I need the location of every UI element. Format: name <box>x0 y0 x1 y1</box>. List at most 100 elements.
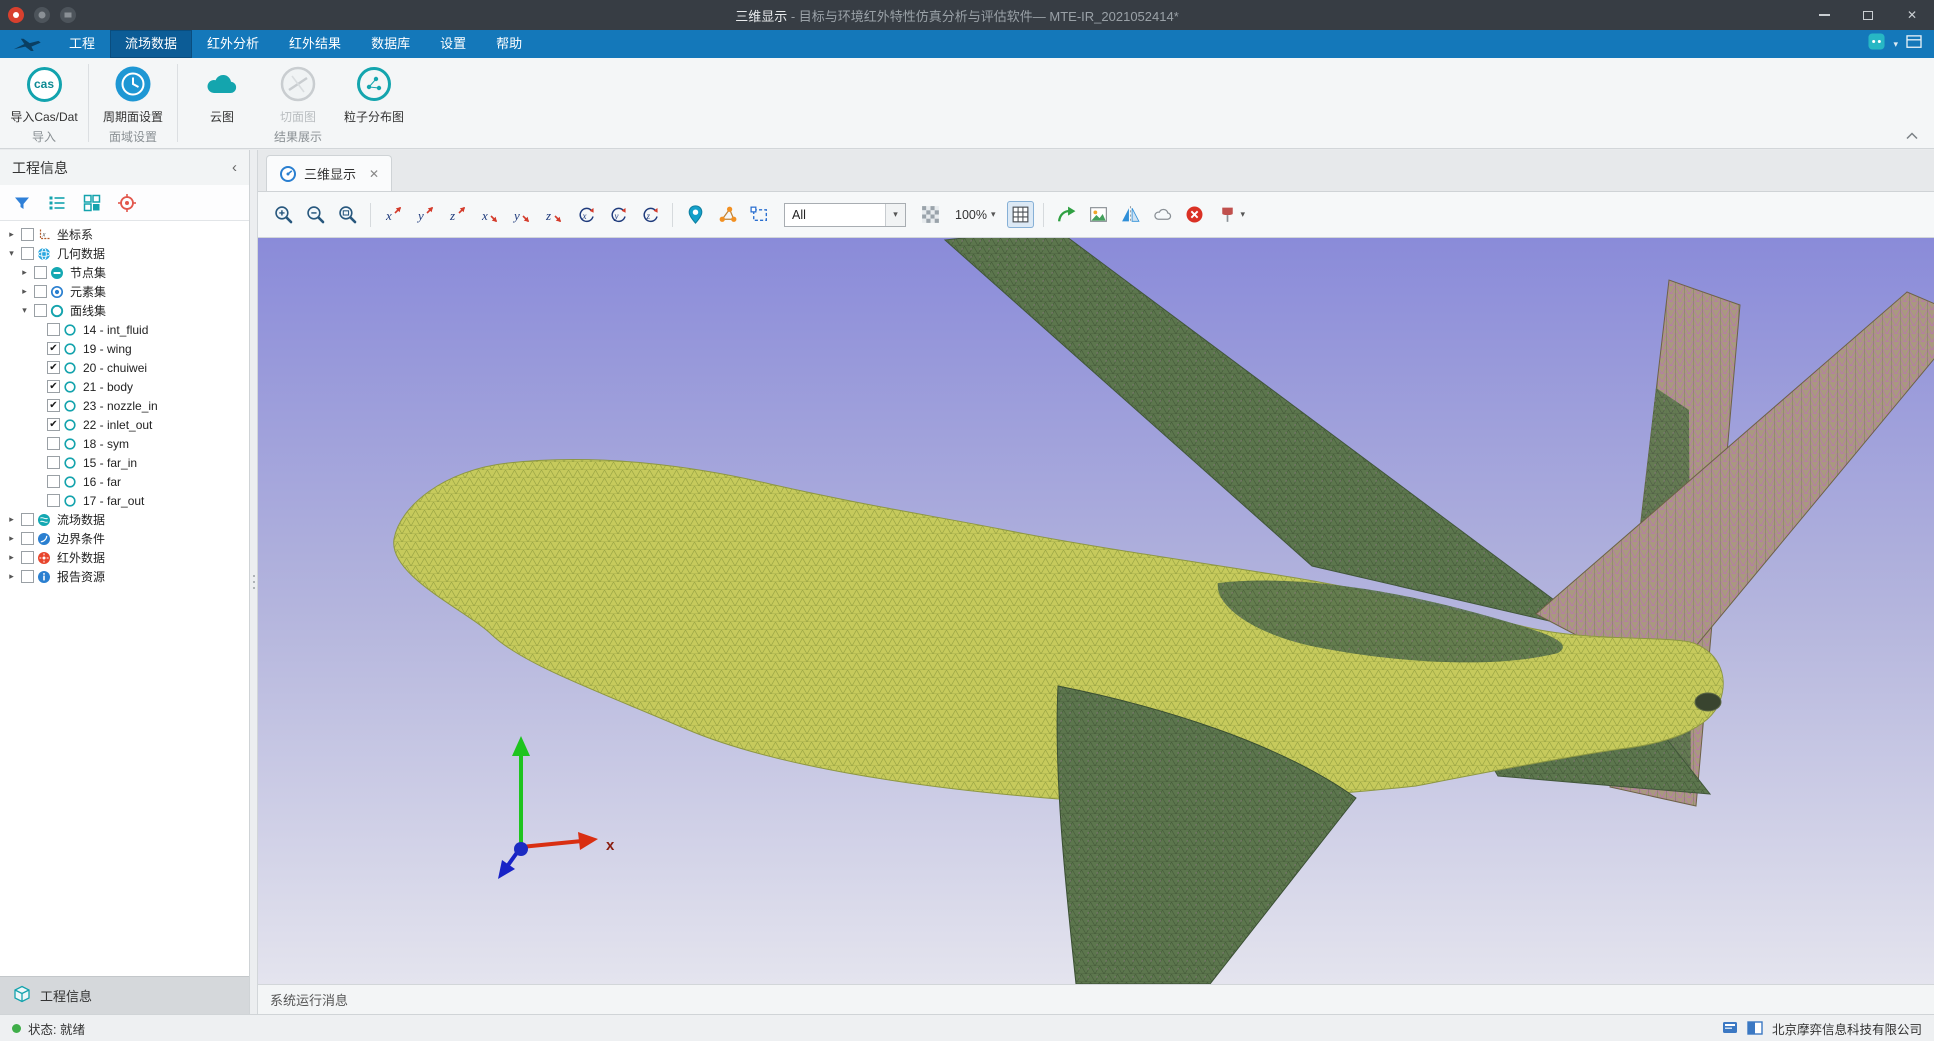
tree-item[interactable]: ▸红外数据 <box>0 548 249 567</box>
probe-point-icon[interactable] <box>682 201 709 228</box>
tree-checkbox[interactable]: ✔ <box>47 380 60 393</box>
tree-checkbox[interactable] <box>47 494 60 507</box>
tree-list-icon[interactable] <box>47 193 67 213</box>
panel-tab-project-info[interactable]: 工程信息 <box>0 976 249 1014</box>
panel-layout-icon[interactable] <box>1722 1021 1738 1036</box>
tree-checkbox[interactable] <box>21 570 34 583</box>
filter-funnel-icon[interactable] <box>12 193 32 213</box>
tree-checkbox[interactable] <box>47 475 60 488</box>
tab-close-icon[interactable]: ✕ <box>369 167 379 181</box>
tree-item[interactable]: ▸边界条件 <box>0 529 249 548</box>
tree-item[interactable]: ✔19 - wing <box>0 339 249 358</box>
tree-checkbox[interactable] <box>34 266 47 279</box>
locate-target-icon[interactable] <box>117 193 137 213</box>
clear-display-icon[interactable] <box>1181 201 1208 228</box>
zoom-level-combo[interactable]: 100%▾ <box>949 208 1002 222</box>
menu-item-5[interactable]: 数据库 <box>356 30 425 58</box>
tree-checkbox[interactable] <box>47 456 60 469</box>
message-bar[interactable]: 系统运行消息 <box>258 984 1934 1014</box>
ribbon-collapse-icon[interactable] <box>1906 132 1918 140</box>
tree-checkbox[interactable] <box>47 437 60 450</box>
theme-caret-icon[interactable]: ▾ <box>1893 39 1898 50</box>
tree-item[interactable]: 18 - sym <box>0 434 249 453</box>
maximize-button[interactable] <box>1846 0 1890 30</box>
transparency-pattern-icon[interactable] <box>917 201 944 228</box>
expander-closed-icon[interactable]: ▸ <box>5 552 18 563</box>
particle-distribution-button[interactable]: 粒子分布图 <box>338 65 410 125</box>
zoom-out-icon[interactable] <box>302 201 329 228</box>
menu-item-2[interactable]: 流场数据 <box>110 30 192 58</box>
view-x-plus-icon[interactable]: x <box>380 201 407 228</box>
tree-checkbox[interactable] <box>47 323 60 336</box>
display-filter-select[interactable]: All▾ <box>784 203 906 227</box>
tree-checkbox[interactable] <box>21 247 34 260</box>
tree-item[interactable]: ▾面线集 <box>0 301 249 320</box>
expander-closed-icon[interactable]: ▸ <box>18 286 31 297</box>
view-y-minus-icon[interactable]: y <box>508 201 535 228</box>
panel-collapse-icon[interactable]: ‹ <box>232 159 237 176</box>
dropdown-arrow-icon[interactable]: ▾ <box>885 204 905 226</box>
expander-closed-icon[interactable]: ▸ <box>5 533 18 544</box>
view-x-minus-icon[interactable]: x <box>476 201 503 228</box>
menu-item-7[interactable]: 帮助 <box>481 30 537 58</box>
tree-checkbox[interactable] <box>21 532 34 545</box>
tree-item[interactable]: ▾几何数据 <box>0 244 249 263</box>
tree-checkbox[interactable]: ✔ <box>47 361 60 374</box>
titlebar-tool-icon-2[interactable] <box>60 7 76 23</box>
tree-item[interactable]: ▸元素集 <box>0 282 249 301</box>
theme-icon[interactable] <box>1868 33 1885 55</box>
particle-nodes-icon[interactable] <box>714 201 741 228</box>
app-badge-red-icon[interactable] <box>8 7 24 23</box>
expander-closed-icon[interactable]: ▸ <box>5 229 18 240</box>
tree-item[interactable]: ✔23 - nozzle_in <box>0 396 249 415</box>
tree-checkbox[interactable] <box>21 513 34 526</box>
window-layout-icon[interactable] <box>1906 35 1922 54</box>
tree-item[interactable]: ▸流场数据 <box>0 510 249 529</box>
tree-item[interactable]: 14 - int_fluid <box>0 320 249 339</box>
tree-checkbox[interactable] <box>34 304 47 317</box>
tree-item[interactable]: ✔20 - chuiwei <box>0 358 249 377</box>
capture-image-icon[interactable] <box>1085 201 1112 228</box>
expander-closed-icon[interactable]: ▸ <box>18 267 31 278</box>
menu-item-1[interactable]: 工程 <box>54 30 110 58</box>
tree-checkbox[interactable]: ✔ <box>47 399 60 412</box>
rotate-y-icon[interactable]: y <box>604 201 631 228</box>
category-grid-icon[interactable] <box>82 193 102 213</box>
contour-map-button[interactable]: 云图 <box>186 65 258 125</box>
close-button[interactable]: ✕ <box>1890 0 1934 30</box>
grid-toggle-icon[interactable] <box>1007 201 1034 228</box>
tree-item[interactable]: 16 - far <box>0 472 249 491</box>
box-select-icon[interactable] <box>746 201 773 228</box>
view-y-plus-icon[interactable]: y <box>412 201 439 228</box>
smooth-display-icon[interactable] <box>1149 201 1176 228</box>
tree-item[interactable]: ✔22 - inlet_out <box>0 415 249 434</box>
expander-open-icon[interactable]: ▾ <box>5 248 18 259</box>
mirror-view-icon[interactable] <box>1117 201 1144 228</box>
render-style-icon[interactable]: ▾ <box>1213 201 1250 228</box>
menu-item-3[interactable]: 红外分析 <box>192 30 274 58</box>
viewport-3d[interactable]: x <box>258 238 1934 984</box>
view-split-icon[interactable] <box>1747 1021 1763 1036</box>
tree-checkbox[interactable] <box>21 551 34 564</box>
expander-closed-icon[interactable]: ▸ <box>5 571 18 582</box>
tree-checkbox[interactable] <box>34 285 47 298</box>
tree-item[interactable]: ▸x坐标系 <box>0 225 249 244</box>
panel-splitter[interactable] <box>250 150 258 1014</box>
tree-item[interactable]: 17 - far_out <box>0 491 249 510</box>
tree-checkbox[interactable]: ✔ <box>47 418 60 431</box>
view-z-minus-icon[interactable]: z <box>540 201 567 228</box>
tree-checkbox[interactable] <box>21 228 34 241</box>
titlebar-tool-icon-1[interactable] <box>34 7 50 23</box>
tree-item[interactable]: ▸节点集 <box>0 263 249 282</box>
import-casdat-button[interactable]: cas 导入Cas/Dat <box>8 65 80 125</box>
menu-item-6[interactable]: 设置 <box>425 30 481 58</box>
tree-item[interactable]: ▸报告资源 <box>0 567 249 586</box>
expander-open-icon[interactable]: ▾ <box>18 305 31 316</box>
expander-closed-icon[interactable]: ▸ <box>5 514 18 525</box>
export-view-icon[interactable] <box>1053 201 1080 228</box>
tree-checkbox[interactable]: ✔ <box>47 342 60 355</box>
rotate-x-icon[interactable]: x <box>572 201 599 228</box>
tab-3d-display[interactable]: 三维显示 ✕ <box>266 155 392 191</box>
menu-item-4[interactable]: 红外结果 <box>274 30 356 58</box>
zoom-extents-icon[interactable] <box>334 201 361 228</box>
